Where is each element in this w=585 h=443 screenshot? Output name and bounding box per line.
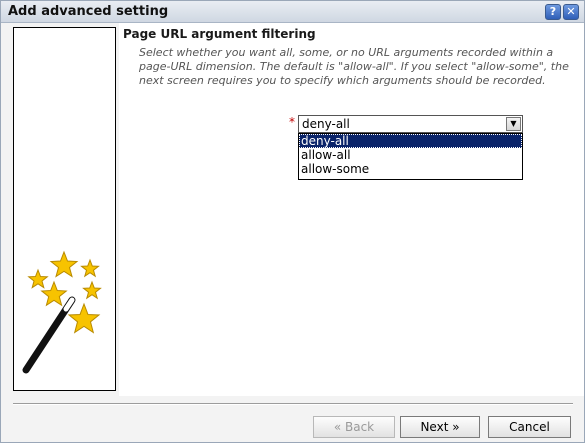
section-description: Select whether you want all, some, or no… — [139, 46, 569, 87]
settings-content: Page URL argument filtering Select wheth… — [119, 23, 584, 396]
wizard-graphic-panel — [13, 27, 116, 391]
star-icon — [40, 280, 68, 307]
star-icon — [67, 302, 101, 334]
dialog-title: Add advanced setting — [8, 4, 169, 19]
footer-divider — [13, 403, 573, 405]
chevron-down-icon[interactable]: ▼ — [506, 117, 521, 131]
title-bar: Add advanced setting ? ✕ — [1, 1, 584, 23]
option-deny-all[interactable]: deny-all — [299, 134, 522, 148]
back-button[interactable]: « Back — [313, 416, 395, 438]
close-icon[interactable]: ✕ — [563, 4, 579, 20]
star-icon — [80, 258, 100, 278]
star-icon — [82, 280, 102, 300]
required-marker: * — [289, 115, 295, 129]
section-title: Page URL argument filtering — [123, 27, 316, 41]
next-button[interactable]: Next » — [400, 416, 480, 438]
url-filter-options-list: deny-all allow-all allow-some — [298, 133, 523, 180]
add-advanced-setting-dialog: Add advanced setting ? ✕ Page URL argume… — [0, 0, 585, 443]
star-icon — [27, 268, 49, 289]
cancel-button[interactable]: Cancel — [488, 416, 571, 438]
magic-wand-icon — [22, 250, 102, 374]
option-allow-some[interactable]: allow-some — [299, 162, 522, 176]
option-allow-all[interactable]: allow-all — [299, 148, 522, 162]
help-icon[interactable]: ? — [545, 4, 561, 20]
url-filter-select[interactable]: deny-all ▼ — [298, 115, 523, 133]
select-value: deny-all — [302, 117, 350, 131]
star-icon — [49, 250, 79, 278]
